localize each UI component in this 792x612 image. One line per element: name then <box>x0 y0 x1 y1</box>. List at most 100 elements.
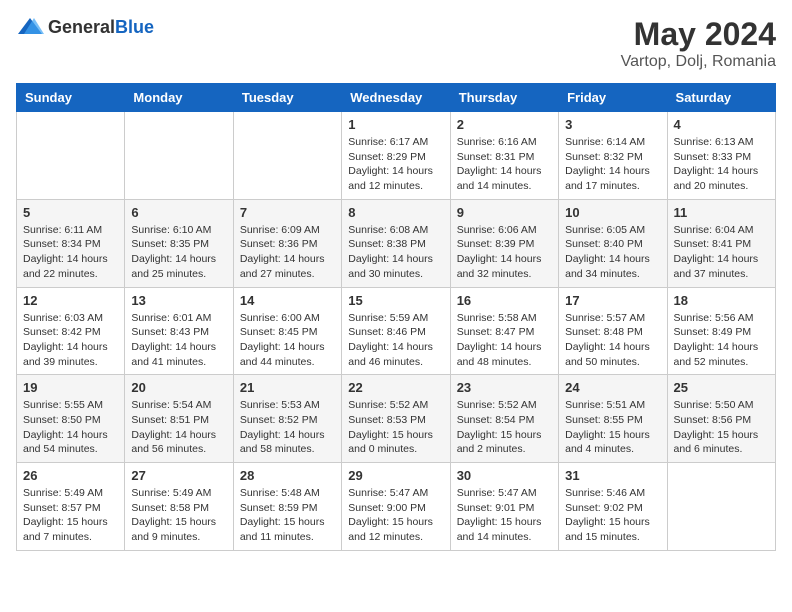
calendar-cell: 26 Sunrise: 5:49 AM Sunset: 8:57 PM Dayli… <box>17 463 125 551</box>
day-number: 23 <box>457 380 552 395</box>
calendar-week-row: 12Sunrise: 6:03 AM Sunset: 8:42 PM Dayli… <box>17 287 776 375</box>
day-info: Sunrise: 6:03 AM Sunset: 8:42 PM Dayligh… <box>23 311 118 370</box>
day-info: Sunrise: 5:55 AM Sunset: 8:50 PM Dayligh… <box>23 398 118 457</box>
calendar-week-row: 1 Sunrise: 6:17 AM Sunset: 8:29 PM Daylig… <box>17 112 776 200</box>
day-info: Sunrise: 6:04 AM Sunset: 8:41 PM Dayligh… <box>674 223 769 282</box>
day-info: Sunrise: 6:06 AM Sunset: 8:39 PM Dayligh… <box>457 223 552 282</box>
day-info: Sunrise: 5:57 AM Sunset: 8:48 PM Dayligh… <box>565 311 660 370</box>
logo: GeneralBlue <box>16 16 154 38</box>
day-number: 9 <box>457 205 552 220</box>
day-info: Sunrise: 6:16 AM Sunset: 8:31 PM Dayligh… <box>457 135 552 194</box>
weekday-header-row: SundayMondayTuesdayWednesdayThursdayFrid… <box>17 84 776 112</box>
day-info: Sunrise: 5:56 AM Sunset: 8:49 PM Dayligh… <box>674 311 769 370</box>
page-header: GeneralBlue May 2024 Vartop, Dolj, Roman… <box>16 16 776 71</box>
day-number: 3 <box>565 117 660 132</box>
calendar-cell: 23 Sunrise: 5:52 AM Sunset: 8:54 PM Dayli… <box>450 375 558 463</box>
day-info: Sunrise: 5:54 AM Sunset: 8:51 PM Dayligh… <box>131 398 226 457</box>
calendar-cell: 11 Sunrise: 6:04 AM Sunset: 8:41 PM Dayli… <box>667 199 775 287</box>
day-number: 10 <box>565 205 660 220</box>
day-info: Sunrise: 5:52 AM Sunset: 8:54 PM Dayligh… <box>457 398 552 457</box>
day-info: Sunrise: 6:17 AM Sunset: 8:29 PM Dayligh… <box>348 135 443 194</box>
calendar-cell <box>17 112 125 200</box>
day-info: Sunrise: 5:47 AM Sunset: 9:00 PM Dayligh… <box>348 486 443 545</box>
day-number: 13 <box>131 293 226 308</box>
weekday-header-saturday: Saturday <box>667 84 775 112</box>
calendar-cell: 20 Sunrise: 5:54 AM Sunset: 8:51 PM Dayli… <box>125 375 233 463</box>
calendar-cell: 7Sunrise: 6:09 AM Sunset: 8:36 PM Daylig… <box>233 199 341 287</box>
day-number: 29 <box>348 468 443 483</box>
day-number: 26 <box>23 468 118 483</box>
day-number: 17 <box>565 293 660 308</box>
day-number: 28 <box>240 468 335 483</box>
calendar-cell: 12Sunrise: 6:03 AM Sunset: 8:42 PM Dayli… <box>17 287 125 375</box>
day-info: Sunrise: 5:49 AM Sunset: 8:57 PM Dayligh… <box>23 486 118 545</box>
calendar-cell: 13Sunrise: 6:01 AM Sunset: 8:43 PM Dayli… <box>125 287 233 375</box>
calendar-cell: 3 Sunrise: 6:14 AM Sunset: 8:32 PM Daylig… <box>559 112 667 200</box>
calendar-cell: 31 Sunrise: 5:46 AM Sunset: 9:02 PM Dayli… <box>559 463 667 551</box>
day-number: 6 <box>131 205 226 220</box>
day-number: 31 <box>565 468 660 483</box>
day-info: Sunrise: 6:05 AM Sunset: 8:40 PM Dayligh… <box>565 223 660 282</box>
calendar-cell: 14 Sunrise: 6:00 AM Sunset: 8:45 PM Dayli… <box>233 287 341 375</box>
calendar-cell: 22Sunrise: 5:52 AM Sunset: 8:53 PM Dayli… <box>342 375 450 463</box>
day-number: 22 <box>348 380 443 395</box>
day-info: Sunrise: 5:51 AM Sunset: 8:55 PM Dayligh… <box>565 398 660 457</box>
day-info: Sunrise: 6:09 AM Sunset: 8:36 PM Dayligh… <box>240 223 335 282</box>
day-number: 16 <box>457 293 552 308</box>
day-info: Sunrise: 5:58 AM Sunset: 8:47 PM Dayligh… <box>457 311 552 370</box>
calendar-cell: 5 Sunrise: 6:11 AM Sunset: 8:34 PM Daylig… <box>17 199 125 287</box>
calendar-week-row: 26 Sunrise: 5:49 AM Sunset: 8:57 PM Dayli… <box>17 463 776 551</box>
day-info: Sunrise: 6:00 AM Sunset: 8:45 PM Dayligh… <box>240 311 335 370</box>
day-number: 15 <box>348 293 443 308</box>
calendar-cell: 10 Sunrise: 6:05 AM Sunset: 8:40 PM Dayli… <box>559 199 667 287</box>
calendar-cell: 16 Sunrise: 5:58 AM Sunset: 8:47 PM Dayli… <box>450 287 558 375</box>
calendar-cell: 27 Sunrise: 5:49 AM Sunset: 8:58 PM Dayli… <box>125 463 233 551</box>
calendar-cell: 4Sunrise: 6:13 AM Sunset: 8:33 PM Daylig… <box>667 112 775 200</box>
day-info: Sunrise: 5:46 AM Sunset: 9:02 PM Dayligh… <box>565 486 660 545</box>
calendar-cell: 28 Sunrise: 5:48 AM Sunset: 8:59 PM Dayli… <box>233 463 341 551</box>
logo-blue: Blue <box>115 17 154 37</box>
day-info: Sunrise: 5:47 AM Sunset: 9:01 PM Dayligh… <box>457 486 552 545</box>
day-number: 30 <box>457 468 552 483</box>
calendar-cell: 17 Sunrise: 5:57 AM Sunset: 8:48 PM Dayli… <box>559 287 667 375</box>
day-info: Sunrise: 5:49 AM Sunset: 8:58 PM Dayligh… <box>131 486 226 545</box>
day-number: 24 <box>565 380 660 395</box>
calendar-cell: 24 Sunrise: 5:51 AM Sunset: 8:55 PM Dayli… <box>559 375 667 463</box>
day-number: 11 <box>674 205 769 220</box>
calendar-cell <box>667 463 775 551</box>
calendar-cell: 2 Sunrise: 6:16 AM Sunset: 8:31 PM Daylig… <box>450 112 558 200</box>
day-info: Sunrise: 6:10 AM Sunset: 8:35 PM Dayligh… <box>131 223 226 282</box>
day-number: 14 <box>240 293 335 308</box>
weekday-header-sunday: Sunday <box>17 84 125 112</box>
calendar-location: Vartop, Dolj, Romania <box>621 53 776 71</box>
logo-icon <box>16 16 44 38</box>
day-info: Sunrise: 5:48 AM Sunset: 8:59 PM Dayligh… <box>240 486 335 545</box>
day-number: 1 <box>348 117 443 132</box>
calendar-table: SundayMondayTuesdayWednesdayThursdayFrid… <box>16 83 776 551</box>
calendar-cell: 25 Sunrise: 5:50 AM Sunset: 8:56 PM Dayli… <box>667 375 775 463</box>
day-number: 5 <box>23 205 118 220</box>
calendar-cell: 18 Sunrise: 5:56 AM Sunset: 8:49 PM Dayli… <box>667 287 775 375</box>
day-number: 21 <box>240 380 335 395</box>
day-info: Sunrise: 6:08 AM Sunset: 8:38 PM Dayligh… <box>348 223 443 282</box>
weekday-header-tuesday: Tuesday <box>233 84 341 112</box>
day-number: 2 <box>457 117 552 132</box>
calendar-cell: 1 Sunrise: 6:17 AM Sunset: 8:29 PM Daylig… <box>342 112 450 200</box>
calendar-cell: 21Sunrise: 5:53 AM Sunset: 8:52 PM Dayli… <box>233 375 341 463</box>
day-info: Sunrise: 5:50 AM Sunset: 8:56 PM Dayligh… <box>674 398 769 457</box>
weekday-header-monday: Monday <box>125 84 233 112</box>
day-number: 18 <box>674 293 769 308</box>
day-info: Sunrise: 5:59 AM Sunset: 8:46 PM Dayligh… <box>348 311 443 370</box>
day-info: Sunrise: 6:13 AM Sunset: 8:33 PM Dayligh… <box>674 135 769 194</box>
calendar-cell: 30 Sunrise: 5:47 AM Sunset: 9:01 PM Dayli… <box>450 463 558 551</box>
day-number: 25 <box>674 380 769 395</box>
logo-general: General <box>48 17 115 37</box>
day-info: Sunrise: 6:14 AM Sunset: 8:32 PM Dayligh… <box>565 135 660 194</box>
day-number: 27 <box>131 468 226 483</box>
day-info: Sunrise: 6:11 AM Sunset: 8:34 PM Dayligh… <box>23 223 118 282</box>
weekday-header-wednesday: Wednesday <box>342 84 450 112</box>
calendar-week-row: 5 Sunrise: 6:11 AM Sunset: 8:34 PM Daylig… <box>17 199 776 287</box>
day-number: 20 <box>131 380 226 395</box>
calendar-cell: 15 Sunrise: 5:59 AM Sunset: 8:46 PM Dayli… <box>342 287 450 375</box>
calendar-cell: 29 Sunrise: 5:47 AM Sunset: 9:00 PM Dayli… <box>342 463 450 551</box>
